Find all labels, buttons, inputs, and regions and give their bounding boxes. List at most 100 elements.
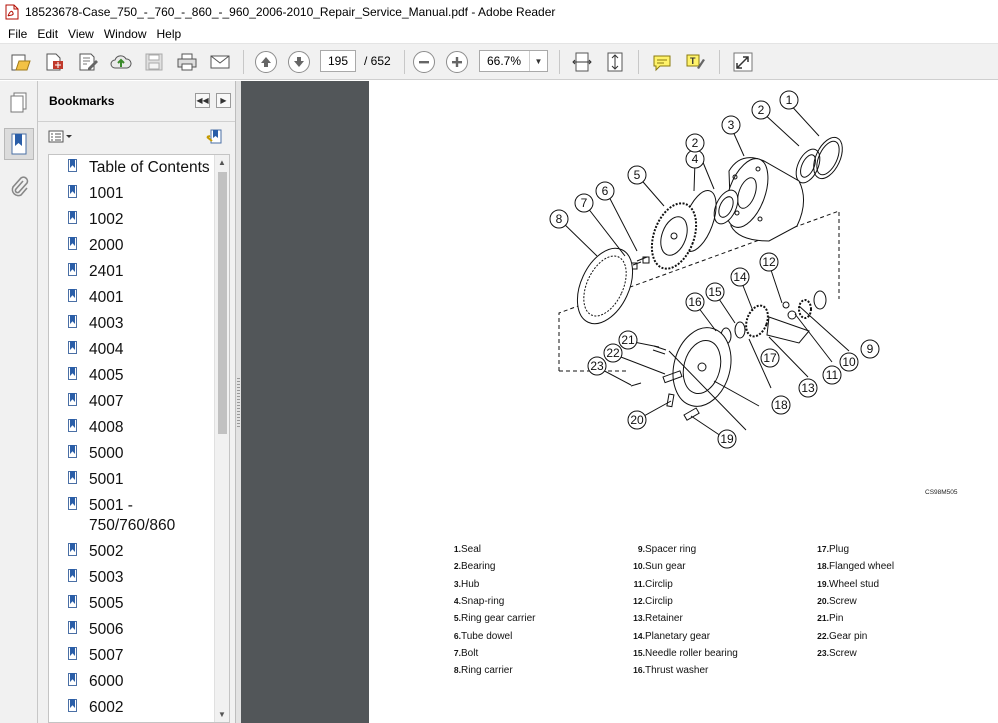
bookmark-icon xyxy=(68,673,80,687)
scroll-thumb[interactable] xyxy=(218,172,227,434)
bookmark-item[interactable]: 6002 xyxy=(68,698,218,718)
bookmark-item[interactable]: 5007 xyxy=(68,646,218,666)
legend-text: Bearing xyxy=(461,561,496,573)
bookmark-item[interactable]: 1002 xyxy=(68,210,218,230)
window-title: 18523678-Case_750_-_760_-_860_-_960_2006… xyxy=(25,5,556,19)
bookmark-icon xyxy=(68,569,80,583)
bookmark-item[interactable]: 4001 xyxy=(68,288,218,308)
menu-view[interactable]: View xyxy=(63,27,99,41)
next-page-icon[interactable] xyxy=(286,50,312,74)
highlight-icon[interactable]: T xyxy=(682,50,708,74)
bookmark-item[interactable]: 5001 - 750/760/860 xyxy=(68,496,218,536)
collapse-panel-icon[interactable]: ◀◀ xyxy=(195,93,210,108)
callout-number: 10 xyxy=(842,355,856,369)
comment-icon[interactable] xyxy=(649,50,675,74)
save-icon[interactable] xyxy=(141,50,167,74)
bookmark-item[interactable]: 5005 xyxy=(68,594,218,614)
figure-code: CS98M505 xyxy=(925,489,958,496)
attachments-icon[interactable] xyxy=(4,171,34,203)
legend-text: Flanged wheel xyxy=(829,561,895,573)
bookmark-label: 4008 xyxy=(89,419,124,436)
scroll-down-icon[interactable]: ▼ xyxy=(215,707,229,722)
bookmark-item[interactable]: 5002 xyxy=(68,542,218,562)
bookmark-item[interactable]: 5003 xyxy=(68,568,218,588)
legend-text: Retainer xyxy=(645,613,683,625)
callout-number: 2 xyxy=(758,103,765,117)
new-bookmark-icon[interactable] xyxy=(206,128,224,149)
fit-page-icon[interactable] xyxy=(602,50,628,74)
menu-help[interactable]: Help xyxy=(152,27,187,41)
legend-text: Snap-ring xyxy=(461,595,505,607)
print-icon[interactable] xyxy=(174,50,200,74)
email-icon[interactable] xyxy=(207,50,233,74)
legend-number: 14. xyxy=(633,630,645,641)
bookmarks-title: Bookmarks xyxy=(49,94,115,108)
bookmark-item[interactable]: 6000 xyxy=(68,672,218,692)
callout-number: 8 xyxy=(556,212,563,226)
bookmark-item[interactable]: 2401 xyxy=(68,262,218,282)
bookmark-item[interactable]: 5001 xyxy=(68,470,218,490)
callout-number: 22 xyxy=(606,346,620,360)
svg-text:T: T xyxy=(690,56,696,66)
panel-arrow-icon[interactable]: ▶ xyxy=(216,93,231,108)
chevron-down-icon[interactable]: ▼ xyxy=(529,51,547,71)
bookmark-options-icon[interactable] xyxy=(48,129,74,148)
bookmark-item[interactable]: 2000 xyxy=(68,236,218,256)
bookmark-label: 6000 xyxy=(89,673,124,690)
callout-number: 9 xyxy=(867,342,874,356)
zoom-out-icon[interactable] xyxy=(411,50,437,74)
legend-number: 23. xyxy=(817,647,829,658)
separator xyxy=(559,50,560,74)
bookmarks-list[interactable]: Table of Contents 1001 1002 2000 2401 4001 400… xyxy=(48,154,230,723)
legend-number: 3. xyxy=(453,578,461,589)
callout-number: 14 xyxy=(733,270,747,284)
bookmark-item[interactable]: 4004 xyxy=(68,340,218,360)
legend-number: 19. xyxy=(817,578,829,589)
legend-number: 21. xyxy=(817,613,829,624)
bookmark-item[interactable]: 5006 xyxy=(68,620,218,640)
legend-text: Screw xyxy=(829,647,857,659)
zoom-value[interactable]: 66.7% xyxy=(480,51,528,71)
bookmark-icon xyxy=(68,699,80,713)
bookmarks-panel-icon[interactable] xyxy=(4,128,34,160)
page-number-input[interactable] xyxy=(320,50,356,72)
bookmark-item[interactable]: 4007 xyxy=(68,392,218,412)
bookmark-item[interactable]: Table of Contents xyxy=(68,158,218,178)
legend-text: Tube dowel xyxy=(461,630,513,642)
zoom-select[interactable]: 66.7% ▼ xyxy=(479,50,548,72)
menu-file[interactable]: File xyxy=(3,27,32,41)
bookmarks-scrollbar[interactable]: ▲ ▼ xyxy=(214,155,229,722)
bookmark-item[interactable]: 5000 xyxy=(68,444,218,464)
callout-number: 11 xyxy=(826,368,839,382)
menu-window[interactable]: Window xyxy=(99,27,152,41)
bookmark-icon xyxy=(68,185,80,199)
scroll-up-icon[interactable]: ▲ xyxy=(215,155,229,170)
page-total: / 652 xyxy=(364,54,391,68)
legend-number: 7. xyxy=(453,647,461,658)
menu-edit[interactable]: Edit xyxy=(32,27,63,41)
bookmark-label: 1002 xyxy=(89,211,124,228)
cloud-upload-icon[interactable] xyxy=(108,50,134,74)
fit-width-icon[interactable] xyxy=(569,50,595,74)
edit-icon[interactable] xyxy=(75,50,101,74)
bookmark-item[interactable]: 1001 xyxy=(68,184,218,204)
expand-icon[interactable] xyxy=(730,50,756,74)
zoom-in-icon[interactable] xyxy=(444,50,470,74)
bookmark-icon xyxy=(68,595,80,609)
legend-text: Planetary gear xyxy=(645,630,711,642)
adobe-reader-icon xyxy=(5,4,19,20)
create-pdf-icon[interactable] xyxy=(41,50,67,74)
legend-number: 20. xyxy=(817,595,829,606)
bookmark-item[interactable]: 4005 xyxy=(68,366,218,386)
callout-number: 7 xyxy=(581,196,588,210)
callout-number: 4 xyxy=(692,152,699,166)
bookmark-item[interactable]: 4008 xyxy=(68,418,218,438)
bookmark-label: 4004 xyxy=(89,341,124,358)
open-icon[interactable] xyxy=(8,50,34,74)
page-thumbnails-icon[interactable] xyxy=(4,87,34,119)
legend-text: Bolt xyxy=(461,647,479,659)
callout-number: 16 xyxy=(688,295,702,309)
bookmark-label: 5001 xyxy=(89,471,124,488)
bookmark-item[interactable]: 4003 xyxy=(68,314,218,334)
previous-page-icon[interactable] xyxy=(253,50,279,74)
